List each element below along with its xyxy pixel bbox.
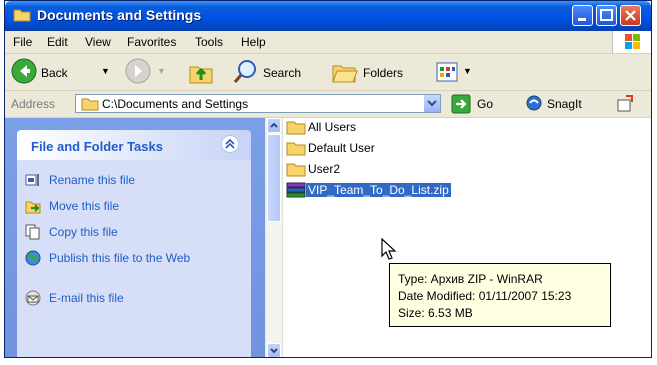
forward-dropdown-icon[interactable]: ▼ — [157, 66, 166, 76]
copy-icon — [25, 224, 40, 240]
file-name: User2 — [308, 162, 341, 176]
collapse-button[interactable] — [221, 135, 239, 153]
scroll-down-icon — [270, 348, 278, 354]
window-title: Documents and Settings — [37, 7, 202, 23]
move-icon — [25, 201, 41, 214]
menu-favorites[interactable]: Favorites — [127, 35, 176, 49]
back-label: Back — [41, 66, 68, 80]
go-arrow-icon — [451, 94, 471, 114]
address-input[interactable]: C:\Documents and Settings — [75, 94, 441, 113]
snagit-button[interactable]: SnagIt — [525, 94, 605, 114]
go-button[interactable]: Go — [451, 94, 505, 114]
task-label: E-mail this file — [49, 291, 124, 305]
file-name: All Users — [308, 120, 357, 134]
snagit-capture-button[interactable] — [615, 94, 637, 114]
scroll-up-button[interactable] — [267, 118, 281, 133]
maximize-button[interactable] — [596, 5, 617, 26]
close-button[interactable] — [620, 5, 641, 26]
chevron-down-icon — [427, 100, 437, 107]
minimize-icon — [578, 18, 586, 21]
back-button[interactable]: Back ▼ — [11, 58, 115, 86]
views-dropdown-icon[interactable]: ▼ — [463, 66, 472, 76]
winrar-zip-icon — [286, 182, 306, 198]
file-name: Default User — [308, 141, 375, 155]
minimize-button[interactable] — [572, 5, 593, 26]
close-icon — [625, 10, 636, 21]
menu-file[interactable]: File — [13, 35, 32, 49]
menu-edit[interactable]: Edit — [47, 35, 68, 49]
file-name: VIP_Team_To_Do_List.zip — [306, 183, 451, 197]
address-bar: Address C:\Documents and Settings Go Sna… — [5, 91, 651, 118]
folder-icon — [286, 121, 306, 135]
chevron-up-icon — [225, 138, 235, 149]
menu-help[interactable]: Help — [241, 35, 266, 49]
folder-icon — [286, 142, 306, 156]
task-label: Copy this file — [49, 225, 118, 239]
task-label: Publish this file to the Web — [49, 251, 191, 265]
task-label: Rename this file — [49, 173, 136, 187]
address-label: Address — [11, 97, 56, 111]
back-dropdown-icon[interactable]: ▼ — [101, 66, 110, 76]
snagit-label: SnagIt — [547, 97, 582, 111]
folders-button[interactable]: Folders — [331, 58, 423, 86]
windows-flag-icon — [625, 34, 640, 49]
folder-icon — [13, 9, 31, 22]
mouse-cursor-icon — [381, 238, 397, 260]
views-icon — [436, 62, 458, 82]
windows-logo — [612, 31, 651, 53]
folder-up-icon — [189, 66, 213, 84]
go-label: Go — [477, 97, 494, 111]
address-dropdown-button[interactable] — [423, 95, 440, 112]
tasks-header[interactable]: File and Folder Tasks — [17, 130, 251, 160]
scroll-up-icon — [270, 122, 278, 128]
views-button[interactable]: ▼ — [433, 58, 477, 86]
maximize-icon — [600, 9, 613, 21]
menu-tools[interactable]: Tools — [195, 35, 223, 49]
rename-icon — [25, 174, 39, 186]
tooltip-type: Type: Архив ZIP - WinRAR — [398, 272, 543, 286]
tooltip-date-modified: Date Modified: 01/11/2007 15:23 — [398, 289, 572, 303]
forward-button[interactable]: ▼ — [125, 58, 169, 86]
title-bar[interactable]: Documents and Settings — [5, 1, 651, 31]
publish-icon — [25, 250, 41, 266]
vertical-scrollbar[interactable] — [266, 118, 283, 357]
tooltip-size: Size: 6.53 MB — [398, 306, 473, 320]
snagit-icon — [526, 95, 542, 111]
scroll-thumb[interactable] — [267, 134, 281, 222]
folders-icon — [332, 65, 358, 83]
folders-label: Folders — [363, 66, 404, 80]
forward-arrow-icon — [125, 58, 151, 84]
file-info-tooltip: Type: Архив ZIP - WinRAR Date Modified: … — [389, 263, 611, 327]
task-pane: File and Folder Tasks Rename this file M… — [5, 118, 265, 357]
standard-toolbar: Back ▼ ▼ Search Folders ▼ — [5, 54, 651, 91]
task-label: Move this file — [49, 199, 120, 213]
folder-icon — [81, 98, 99, 111]
search-label: Search — [263, 66, 302, 80]
email-icon — [25, 290, 41, 306]
folder-icon — [286, 163, 306, 177]
scroll-down-button[interactable] — [267, 343, 281, 357]
tasks-title: File and Folder Tasks — [31, 139, 163, 154]
up-folder-button[interactable] — [187, 58, 217, 86]
address-path: C:\Documents and Settings — [102, 97, 249, 111]
tasks-list: Rename this file Move this file Copy thi… — [17, 160, 251, 357]
menu-view[interactable]: View — [85, 35, 111, 49]
back-arrow-icon — [11, 58, 37, 84]
menu-bar: File Edit View Favorites Tools Help — [5, 31, 651, 54]
search-button[interactable]: Search — [231, 58, 321, 86]
capture-icon — [617, 95, 633, 112]
search-icon — [233, 60, 256, 83]
